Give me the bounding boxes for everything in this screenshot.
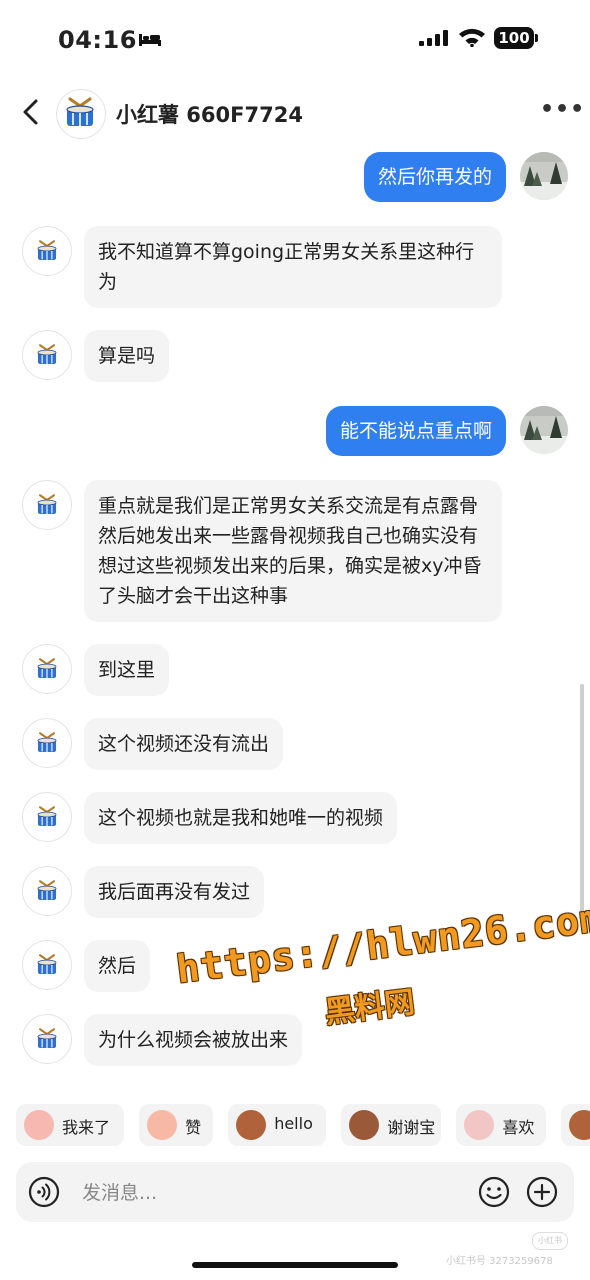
quick-reply-label: 谢谢宝 — [387, 1118, 436, 1137]
message-input-bar: 发消息... — [16, 1162, 574, 1222]
voice-input-icon[interactable] — [28, 1176, 60, 1208]
heart-pig-emoji-icon — [464, 1110, 495, 1140]
quick-reply-xihuan[interactable]: 喜欢 — [456, 1104, 547, 1146]
my-avatar[interactable] — [520, 406, 568, 454]
drum-icon — [37, 880, 57, 901]
drum-icon — [37, 1028, 57, 1049]
monkey-emoji-icon — [236, 1110, 267, 1140]
contact-avatar[interactable] — [56, 89, 106, 139]
quick-reply-row: 我来了 赞 hello 谢谢宝 喜欢 — [16, 1104, 590, 1148]
quick-reply-label: 赞 — [185, 1118, 202, 1137]
message-bubble-outgoing[interactable]: 然后你再发的 — [363, 152, 506, 202]
status-bar: 04:16 100 — [0, 0, 590, 80]
my-avatar[interactable] — [520, 152, 568, 200]
message-input[interactable]: 发消息... — [82, 1178, 157, 1205]
message-bubble-outgoing[interactable]: 能不能说点重点啊 — [325, 406, 506, 456]
pig-emoji-icon — [24, 1110, 54, 1140]
drum-icon — [37, 240, 57, 261]
contact-avatar[interactable] — [22, 480, 72, 530]
message-bubble-incoming[interactable]: 算是吗 — [84, 330, 170, 382]
contact-avatar[interactable] — [22, 330, 72, 380]
landscape-avatar-icon — [520, 152, 568, 200]
chat-header: 小红薯 660F7724 ••• — [0, 85, 590, 141]
monkey-emoji-icon — [569, 1110, 590, 1140]
home-indicator[interactable] — [192, 1262, 398, 1268]
contact-avatar[interactable] — [22, 940, 72, 990]
brand-logo-watermark: 小红书 — [532, 1232, 568, 1250]
quick-reply-more[interactable] — [561, 1104, 590, 1146]
contact-avatar[interactable] — [22, 792, 72, 842]
message-bubble-incoming[interactable]: 到这里 — [84, 644, 170, 696]
message-bubble-incoming[interactable]: 我不知道算不算going正常男女关系里这种行为 — [84, 226, 502, 308]
cellular-signal-icon — [419, 30, 448, 46]
message-bubble-incoming[interactable]: 为什么视频会被放出来 — [84, 1014, 303, 1066]
chat-title: 小红薯 660F7724 — [116, 103, 303, 127]
message-bubble-incoming[interactable]: 我后面再没有发过 — [84, 866, 265, 918]
status-time: 04:16 — [58, 26, 137, 54]
quick-reply-label: 我来了 — [62, 1118, 111, 1137]
chat-scrollbar[interactable] — [580, 684, 584, 924]
contact-avatar[interactable] — [22, 1014, 72, 1064]
message-bubble-incoming[interactable]: 然后 — [84, 940, 151, 992]
battery-icon: 100 — [494, 27, 538, 49]
sleep-mode-icon — [139, 34, 161, 46]
quick-reply-label: hello — [274, 1114, 313, 1133]
quick-reply-label: 喜欢 — [502, 1118, 535, 1137]
plus-icon[interactable] — [526, 1176, 558, 1208]
contact-avatar[interactable] — [22, 226, 72, 276]
message-bubble-incoming[interactable]: 这个视频还没有流出 — [84, 718, 284, 770]
more-options-icon[interactable]: ••• — [540, 97, 585, 122]
drum-icon — [37, 732, 57, 753]
emoji-icon[interactable] — [478, 1176, 510, 1208]
quick-reply-zan[interactable]: 赞 — [139, 1104, 214, 1146]
drum-icon — [37, 658, 57, 679]
contact-avatar[interactable] — [22, 644, 72, 694]
watermark-label: 黑料网 — [322, 984, 417, 1031]
quick-reply-hello[interactable]: hello — [228, 1104, 327, 1146]
drum-icon — [66, 97, 94, 126]
contact-avatar[interactable] — [22, 866, 72, 916]
message-bubble-incoming[interactable]: 这个视频也就是我和她唯一的视频 — [84, 792, 398, 844]
drum-icon — [37, 494, 57, 515]
message-bubble-incoming[interactable]: 重点就是我们是正常男女关系交流是有点露骨然后她发出来一些露骨视频我自己也确实没有… — [84, 480, 502, 622]
contact-avatar[interactable] — [22, 718, 72, 768]
quick-reply-wolaile[interactable]: 我来了 — [16, 1104, 124, 1146]
drum-icon — [37, 344, 57, 365]
quick-reply-xiexiebao[interactable]: 谢谢宝 — [341, 1104, 442, 1146]
pig-thumbs-up-emoji-icon — [147, 1110, 178, 1140]
account-id-watermark: 小红书号 3273259678 — [446, 1256, 553, 1267]
landscape-avatar-icon — [520, 406, 568, 454]
wifi-icon — [459, 28, 485, 47]
back-arrow-icon[interactable] — [18, 97, 44, 127]
drum-icon — [37, 806, 57, 827]
drum-icon — [37, 954, 57, 975]
monkey-thanks-emoji-icon — [349, 1110, 380, 1140]
